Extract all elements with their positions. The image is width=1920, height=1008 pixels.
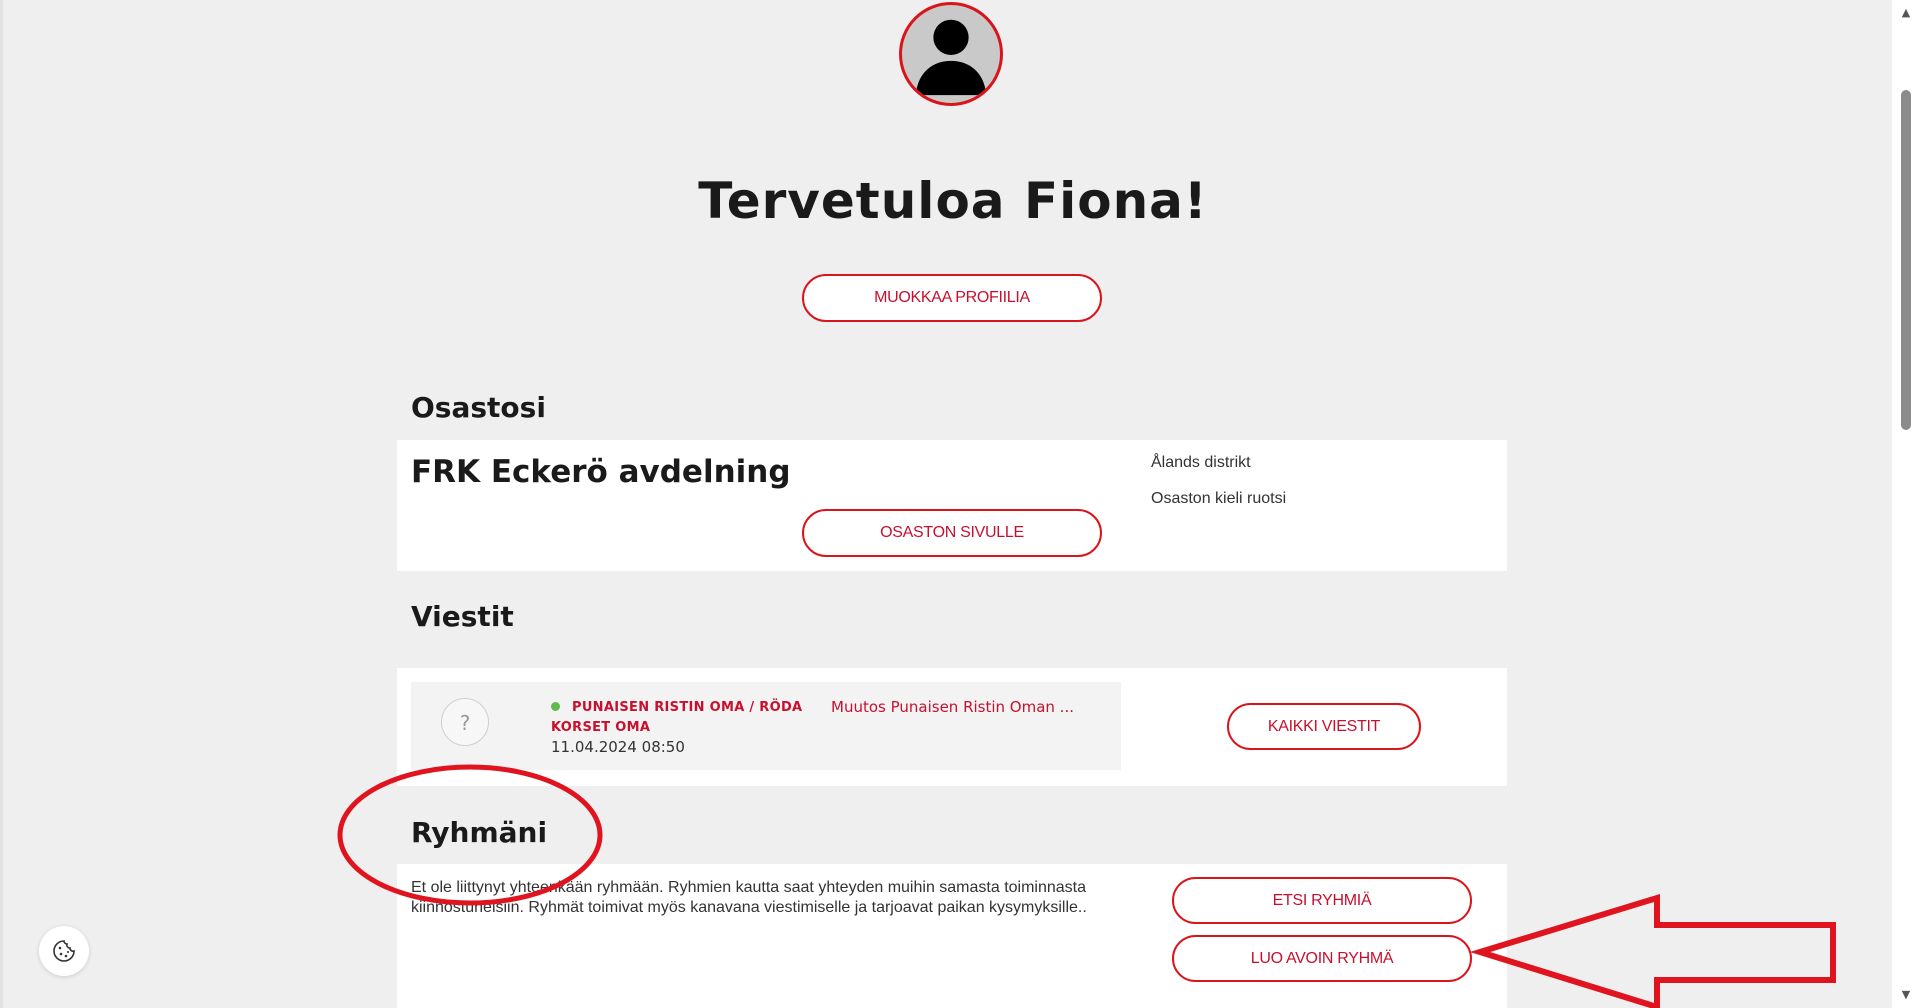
- cookie-icon: [53, 940, 75, 962]
- message-date: 11.04.2024 08:50: [551, 738, 685, 756]
- department-section-title: Osastosi: [411, 391, 546, 424]
- all-messages-button[interactable]: KAIKKI VIESTIT: [1227, 703, 1421, 750]
- scroll-up-icon[interactable]: ▲: [1899, 6, 1913, 20]
- vertical-scrollbar[interactable]: ▲ ▼: [1892, 0, 1920, 1008]
- cookie-settings-button[interactable]: [39, 926, 89, 976]
- scrollbar-thumb[interactable]: [1901, 90, 1911, 430]
- groups-section-title: Ryhmäni: [411, 816, 548, 849]
- department-language: Osaston kieli ruotsi: [1151, 490, 1287, 507]
- page-content: Tervetuloa Fiona! MUOKKAA PROFIILIA Osas…: [0, 0, 1895, 1008]
- edit-profile-button[interactable]: MUOKKAA PROFIILIA: [802, 274, 1102, 322]
- message-item[interactable]: ? PUNAISEN RISTIN OMA / RÖDA KORSET OMA …: [411, 682, 1121, 770]
- department-district: Ålands distrikt: [1151, 454, 1251, 471]
- user-silhouette-icon: [915, 19, 987, 96]
- profile-avatar[interactable]: [899, 2, 1003, 106]
- message-sender[interactable]: PUNAISEN RISTIN OMA / RÖDA KORSET OMA: [551, 698, 821, 738]
- groups-description: Et ole liittynyt yhteenkään ryhmään. Ryh…: [411, 879, 1087, 916]
- welcome-heading: Tervetuloa Fiona!: [698, 172, 1208, 230]
- message-subject[interactable]: Muutos Punaisen Ristin Oman ...: [831, 698, 1074, 716]
- message-avatar: ?: [441, 698, 489, 746]
- department-page-button[interactable]: OSASTON SIVULLE: [802, 509, 1102, 557]
- create-open-group-button[interactable]: LUO AVOIN RYHMÄ: [1172, 935, 1472, 982]
- department-name: FRK Eckerö avdelning: [411, 454, 791, 490]
- find-groups-button[interactable]: ETSI RYHMIÄ: [1172, 877, 1472, 924]
- messages-section-title: Viestit: [411, 600, 514, 633]
- scroll-down-icon[interactable]: ▼: [1899, 988, 1913, 1002]
